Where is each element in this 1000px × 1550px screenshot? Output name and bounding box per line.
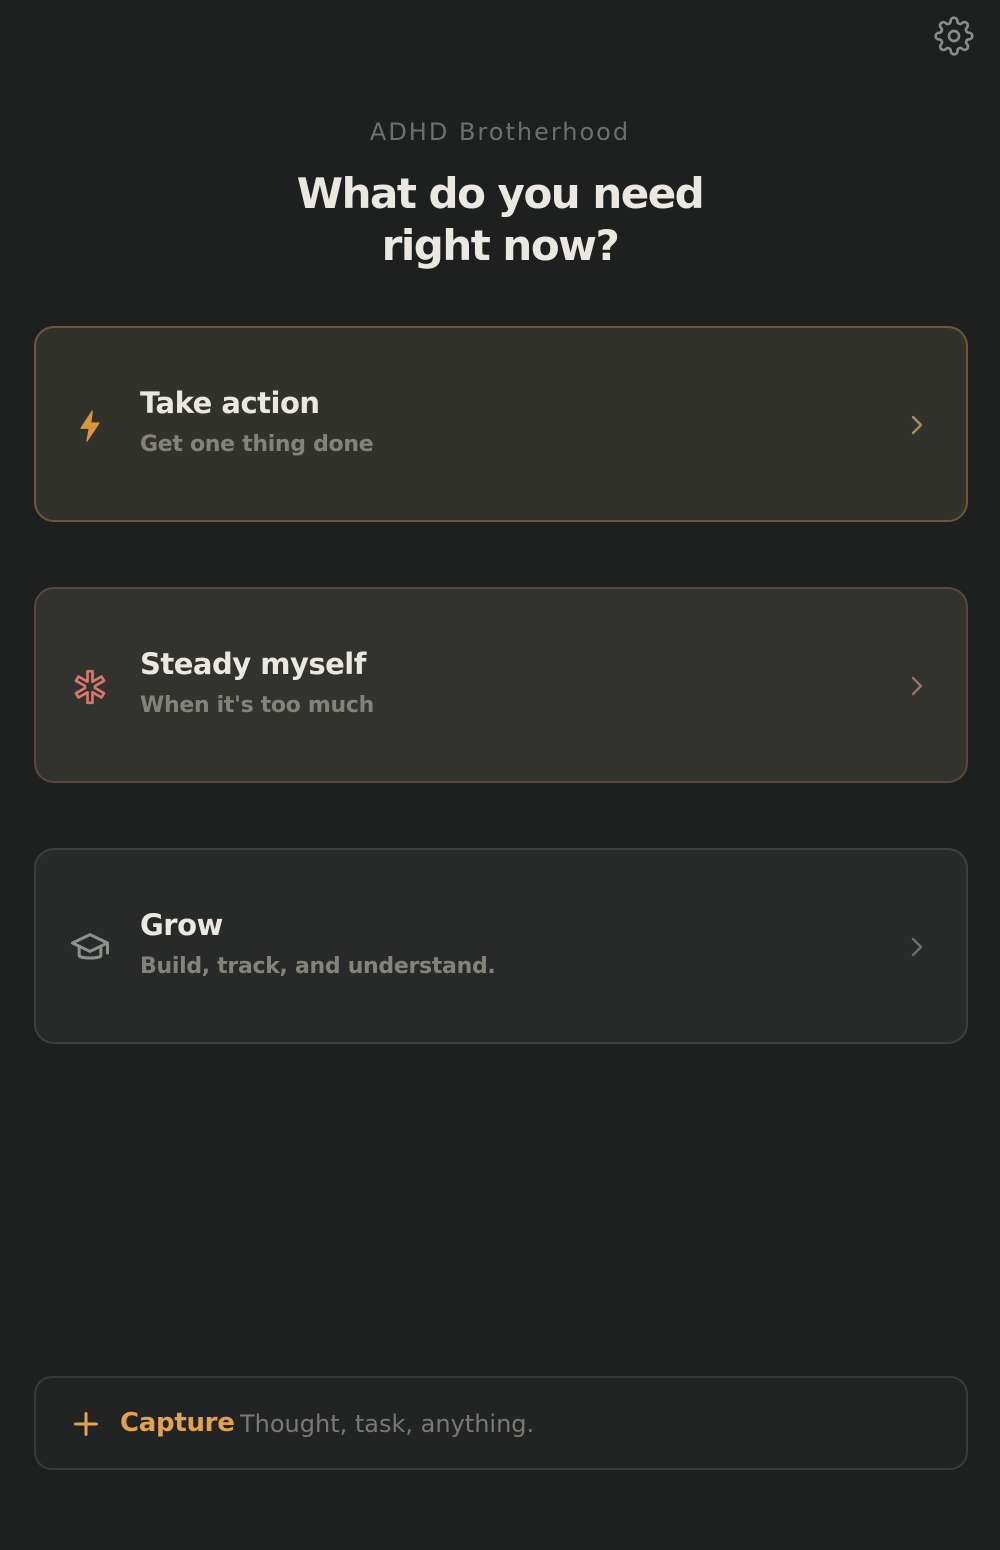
plus-icon (73, 1411, 99, 1437)
capture-input[interactable] (240, 1400, 930, 1448)
page-title: What do you need right now? (0, 168, 1000, 272)
take-action-title: Take action (140, 386, 320, 420)
settings-button[interactable] (932, 14, 976, 58)
brand-name: ADHD Brotherhood (369, 118, 631, 146)
grow-subtitle: Build, track, and understand. (140, 954, 496, 979)
steady-myself-title: Steady myself (140, 647, 366, 681)
asterisk-icon (70, 667, 110, 707)
capture-bar[interactable]: Capture (34, 1376, 968, 1470)
page-title-line-1: What do you need (296, 169, 705, 218)
take-action-card[interactable]: Take action Get one thing done (34, 326, 968, 522)
gear-icon (934, 16, 974, 56)
capture-label: Capture (120, 1408, 235, 1438)
page-title-line-2: right now? (381, 221, 620, 270)
chevron-right-icon (906, 673, 928, 699)
steady-myself-subtitle: When it's too much (140, 693, 375, 718)
grow-card[interactable]: Grow Build, track, and understand. (34, 848, 968, 1044)
chevron-right-icon (906, 934, 928, 960)
grow-title: Grow (140, 908, 223, 942)
lightning-bolt-icon (70, 406, 110, 446)
steady-myself-card[interactable]: Steady myself When it's too much (34, 587, 968, 783)
graduation-cap-icon (70, 928, 110, 968)
chevron-right-icon (906, 412, 928, 438)
take-action-subtitle: Get one thing done (140, 432, 374, 457)
